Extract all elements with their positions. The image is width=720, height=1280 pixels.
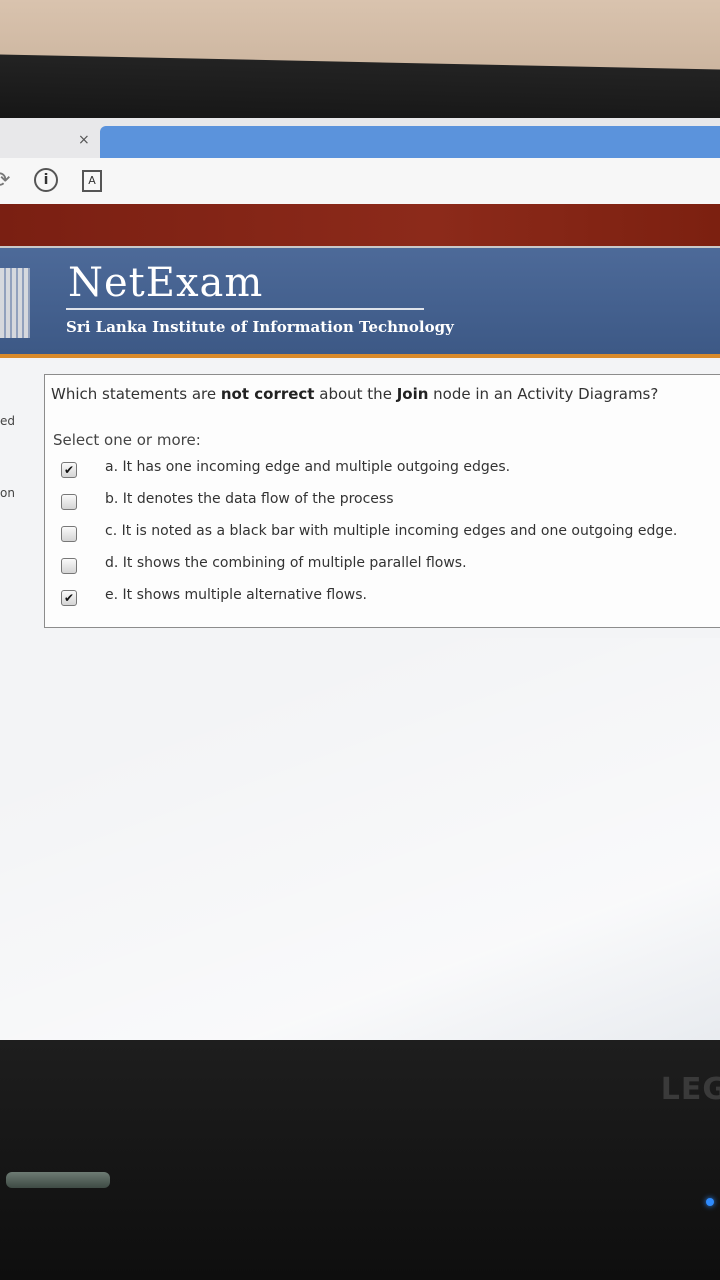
option-c[interactable]: c. It is noted as a black bar with multi… <box>61 523 720 547</box>
screen-glare <box>0 638 720 1078</box>
pdf-icon[interactable]: A <box>82 170 102 192</box>
option-checkbox[interactable] <box>61 558 77 574</box>
header-divider <box>66 308 424 310</box>
top-red-band <box>0 204 720 248</box>
address-bar: ⟳ i A <box>0 158 720 205</box>
option-label[interactable]: c. It is noted as a black bar with multi… <box>105 523 677 539</box>
option-checkbox[interactable]: ✔ <box>61 462 77 478</box>
logo-graphic <box>0 268 30 338</box>
active-tab[interactable] <box>100 126 720 162</box>
site-logo[interactable]: NetExam <box>68 260 263 306</box>
site-header: NetExam Sri Lanka Institute of Informati… <box>0 246 720 358</box>
tab-bar: × <box>0 118 720 162</box>
option-label[interactable]: d. It shows the combining of multiple pa… <box>105 555 467 571</box>
monitor-bezel-bottom <box>0 1040 720 1280</box>
close-tab-icon[interactable]: × <box>78 132 90 148</box>
option-e[interactable]: ✔ e. It shows multiple alternative flows… <box>61 587 720 611</box>
option-label[interactable]: e. It shows multiple alternative flows. <box>105 587 367 603</box>
option-checkbox[interactable]: ✔ <box>61 590 77 606</box>
option-checkbox[interactable] <box>61 526 77 542</box>
question-card: Which statements are not correct about t… <box>44 374 720 628</box>
header-accent-stripe <box>0 354 720 358</box>
institute-name: Sri Lanka Institute of Information Techn… <box>66 318 454 336</box>
power-led-icon <box>706 1198 714 1206</box>
brand-logo: LEG <box>660 1072 720 1107</box>
option-label[interactable]: b. It denotes the data flow of the proce… <box>105 491 394 507</box>
hinge <box>6 1172 110 1188</box>
answer-prompt: Select one or more: <box>53 431 201 449</box>
option-checkbox[interactable] <box>61 494 77 510</box>
reload-icon[interactable]: ⟳ <box>0 168 10 193</box>
sidebar-fragment: on <box>0 486 15 500</box>
screen: × ⟳ i A NetExam Sri Lanka Institute of I… <box>0 118 720 1080</box>
question-text: Which statements are not correct about t… <box>51 385 659 403</box>
option-b[interactable]: b. It denotes the data flow of the proce… <box>61 491 720 515</box>
option-label[interactable]: a. It has one incoming edge and multiple… <box>105 459 510 475</box>
option-d[interactable]: d. It shows the combining of multiple pa… <box>61 555 720 579</box>
info-icon[interactable]: i <box>34 168 58 192</box>
sidebar-fragment: ed <box>0 414 15 428</box>
option-a[interactable]: ✔ a. It has one incoming edge and multip… <box>61 459 720 483</box>
